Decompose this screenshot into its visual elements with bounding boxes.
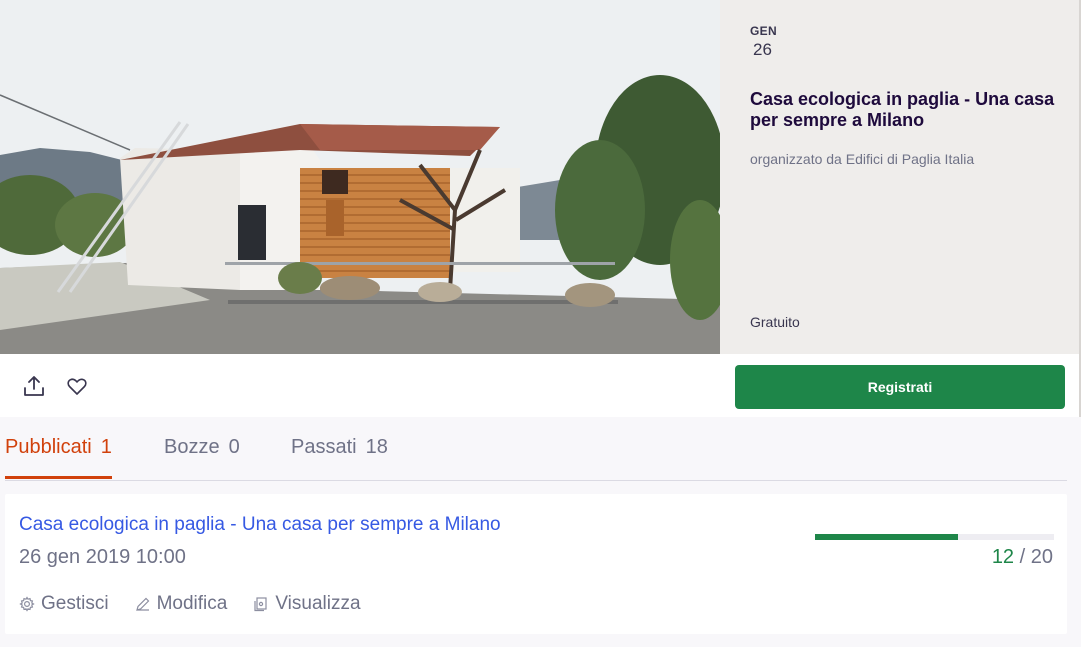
event-link[interactable]: Casa ecologica in paglia - Una casa per …: [19, 514, 501, 536]
tab-label: Bozze: [164, 436, 220, 458]
event-month: GEN: [750, 24, 777, 38]
view-page-icon: [254, 597, 267, 612]
event-info-panel: GEN 26 Casa ecologica in paglia - Una ca…: [720, 0, 1081, 354]
tab-count: 1: [100, 436, 112, 458]
tab-count: 18: [365, 436, 388, 458]
tab-drafts[interactable]: Bozze 0: [164, 436, 240, 459]
event-day: 26: [753, 40, 772, 59]
event-row-actions: Gestisci Modifica Visualizza: [19, 593, 361, 615]
event-list-item: Casa ecologica in paglia - Una casa per …: [5, 494, 1067, 634]
heart-icon[interactable]: [63, 372, 91, 400]
event-title: Casa ecologica in paglia - Una casa per …: [750, 89, 1055, 130]
view-link[interactable]: Visualizza: [253, 593, 361, 615]
view-label: Visualizza: [275, 593, 361, 614]
tab-label: Passati: [291, 436, 357, 458]
tickets-progress-fill: [815, 534, 959, 540]
share-icon[interactable]: [20, 372, 48, 400]
manage-label: Gestisci: [41, 593, 109, 614]
event-image: [0, 0, 720, 354]
gear-icon: [19, 596, 35, 612]
tickets-sold: 12: [991, 546, 1015, 568]
tickets-separator: /: [1019, 546, 1026, 568]
tickets-capacity: 20: [1030, 546, 1053, 568]
tickets-progress-bar: [815, 534, 1054, 540]
tab-past[interactable]: Passati 18: [291, 436, 388, 459]
tab-published[interactable]: Pubblicati 1: [5, 436, 112, 479]
manage-link[interactable]: Gestisci: [19, 593, 109, 615]
event-organizer: organizzato da Edifici di Paglia Italia: [750, 151, 975, 167]
event-price: Gratuito: [750, 314, 800, 330]
register-button[interactable]: Registrati: [735, 365, 1065, 409]
tab-label: Pubblicati: [5, 436, 92, 458]
tab-count: 0: [228, 436, 240, 458]
edit-label: Modifica: [156, 593, 228, 614]
events-tabs: Pubblicati 1 Bozze 0 Passati 18: [0, 417, 1081, 481]
event-card: GEN 26 Casa ecologica in paglia - Una ca…: [0, 0, 1081, 417]
tickets-sold-count: 12 / 20: [992, 546, 1053, 569]
edit-link[interactable]: Modifica: [135, 593, 228, 615]
event-actions-bar: Registrati: [0, 354, 1081, 417]
pencil-icon: [135, 597, 149, 611]
event-datetime: 26 gen 2019 10:00: [19, 546, 186, 568]
